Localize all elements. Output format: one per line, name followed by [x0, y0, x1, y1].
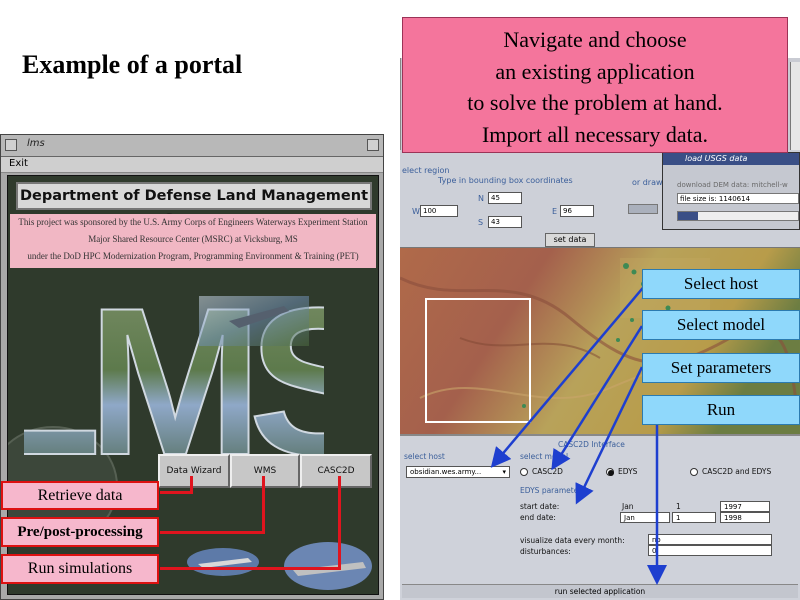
start-month[interactable]: Jan [622, 502, 634, 511]
edys-params-label: EDYS parameters [520, 486, 586, 495]
draw-button[interactable] [628, 204, 658, 214]
pre-post-processing-label: Pre/post-processing [1, 517, 159, 547]
select-host-callout: Select host [642, 269, 800, 299]
connector-line [160, 531, 264, 534]
start-year-value: 1997 [724, 503, 742, 511]
coords-label: Type in bounding box coordinates [438, 176, 573, 185]
west-input[interactable]: 100 [420, 205, 458, 217]
connector-line [338, 476, 341, 570]
retrieve-data-label: Retrieve data [1, 481, 159, 510]
lms-logo: LMS [24, 276, 324, 466]
select-host-label: select host [404, 452, 445, 461]
w-label: W [412, 207, 420, 216]
usgs-download-text: download DEM data: mitchell-w [677, 181, 788, 189]
south-input[interactable]: 43 [488, 216, 522, 228]
end-year-value: 1998 [724, 514, 742, 522]
connector-line [262, 476, 265, 534]
data-wizard-button[interactable]: Data Wizard [158, 454, 230, 488]
sponsor-line: Major Shared Resource Center (MSRC) at V… [88, 234, 298, 244]
usgs-file-size: file size is: 1140614 [677, 193, 799, 204]
start-day[interactable]: 1 [676, 502, 681, 511]
region-title: elect region [402, 166, 450, 175]
connector-line [190, 476, 193, 494]
casc2d-title: CASC2D Interface [558, 440, 625, 449]
sponsor-line: This project was sponsored by the U.S. A… [18, 217, 368, 227]
run-callout: Run [642, 395, 800, 425]
map-selection-box[interactable] [425, 298, 531, 423]
callout-line: Navigate and choose [503, 27, 687, 52]
wms-button[interactable]: WMS [230, 454, 300, 488]
host-value: obsidian.wes.army... [410, 468, 482, 476]
window-menu-button[interactable] [5, 139, 17, 151]
casc2d-button[interactable]: CASC2D [300, 454, 372, 488]
draw-label: or draw [632, 178, 663, 187]
callout-line: Import all necessary data. [481, 121, 708, 147]
set-parameters-callout: Set parameters [642, 353, 800, 383]
select-model-callout: Select model [642, 310, 800, 340]
visualize-value: no [652, 536, 661, 544]
end-year-select[interactable]: 1998 [720, 512, 770, 523]
model-casc2d-label: CASC2D [532, 467, 563, 476]
end-day-value: 1 [676, 514, 681, 522]
callout-line: to solve the problem at hand. [467, 90, 723, 115]
set-data-button[interactable]: set data [545, 233, 595, 247]
slide-title: Example of a portal [22, 50, 243, 79]
ship-aircraft-images [187, 542, 372, 590]
s-label: S [478, 218, 484, 227]
end-date-label: end date: [520, 513, 556, 522]
model-edys-label: EDYS [618, 467, 638, 476]
disturbances-select[interactable]: 0 [648, 545, 772, 556]
menu-exit[interactable]: Exit [9, 158, 28, 169]
e-label: E [552, 207, 558, 216]
end-month-value: Jan [624, 514, 635, 522]
model-casc2d-edys-label: CASC2D and EDYS [702, 467, 772, 476]
instruction-callout: Navigate and choose an existing applicat… [402, 17, 788, 153]
menubar: Exit [1, 157, 383, 173]
usgs-title: load USGS data [663, 153, 799, 165]
end-day-select[interactable]: 1 [672, 512, 716, 523]
lms-banner: Department of Defense Land Management Sy… [16, 182, 372, 228]
radio-casc2d[interactable] [520, 468, 528, 476]
window-titlebar[interactable]: lms [1, 135, 383, 157]
north-input[interactable]: 45 [488, 192, 522, 204]
callout-line: an existing application [495, 58, 695, 84]
sponsor-line: under the DoD HPC Modernization Program,… [27, 251, 359, 261]
select-model-label: select model [520, 452, 569, 461]
start-year-select[interactable]: 1997 [720, 501, 770, 512]
window-minimize-button[interactable] [367, 139, 379, 151]
sponsor-text: This project was sponsored by the U.S. A… [10, 214, 376, 268]
chevron-down-icon: ▾ [502, 468, 506, 476]
window-title: lms [27, 138, 45, 149]
end-month-select[interactable]: Jan [620, 512, 670, 523]
run-simulations-label: Run simulations [1, 554, 159, 584]
usgs-window: load USGS data download DEM data: mitche… [662, 152, 800, 230]
usgs-progress-bar [677, 211, 799, 221]
radio-edys[interactable] [606, 468, 614, 476]
disturbances-label: disturbances: [520, 547, 571, 556]
disturbances-value: 0 [652, 547, 657, 555]
east-input[interactable]: 96 [560, 205, 594, 217]
n-label: N [478, 194, 484, 203]
window-edge [790, 62, 800, 150]
radio-casc2d-edys[interactable] [690, 468, 698, 476]
host-select[interactable]: obsidian.wes.army... ▾ [406, 466, 510, 478]
casc2d-panel: CASC2D Interface select host select mode… [400, 434, 800, 600]
connector-line [160, 567, 340, 570]
visualize-select[interactable]: no [648, 534, 772, 545]
start-date-label: start date: [520, 502, 560, 511]
run-application-button[interactable]: run selected application [402, 584, 798, 598]
connector-line [160, 491, 192, 494]
visualize-label: visualize data every month: [520, 536, 625, 545]
